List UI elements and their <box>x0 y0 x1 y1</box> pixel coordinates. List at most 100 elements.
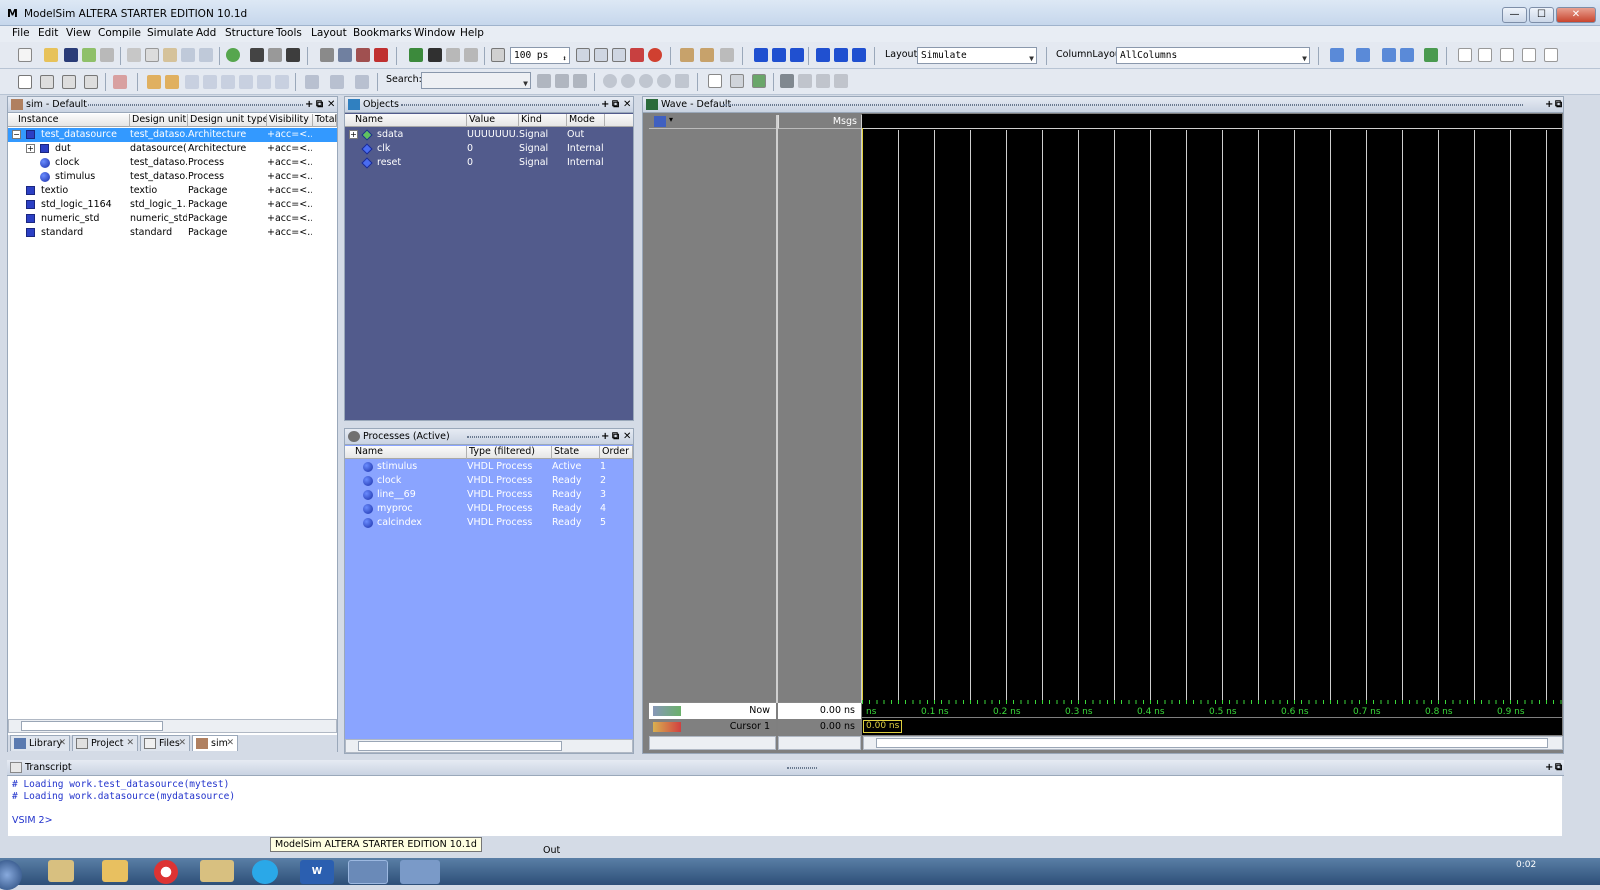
cursor-flag[interactable]: 0.00 ns <box>863 720 903 733</box>
wave-tool-icon[interactable] <box>1356 48 1370 62</box>
chevron-down-icon[interactable]: ▼ <box>523 76 528 91</box>
close-pane-icon[interactable]: ✕ <box>327 97 335 112</box>
compile-all-icon[interactable] <box>338 48 352 62</box>
continue-icon[interactable] <box>594 48 608 62</box>
simulate-icon[interactable] <box>356 48 370 62</box>
col-state[interactable]: State <box>552 446 600 459</box>
lock-cursor-icon[interactable] <box>752 74 766 88</box>
table-row[interactable]: stimulus VHDL Process Active 1 <box>345 460 633 474</box>
scroll-thumb[interactable] <box>876 738 1548 748</box>
horizontal-scrollbar[interactable] <box>345 739 633 753</box>
taskbar-clock[interactable]: 0:02 <box>1516 860 1536 870</box>
open-folder-icon[interactable] <box>44 48 58 62</box>
dock-icon[interactable]: + <box>1545 97 1553 112</box>
table-row[interactable]: textio textio Package +acc=<… <box>8 184 337 198</box>
find-icon[interactable] <box>250 48 264 62</box>
dataflow-icon[interactable] <box>113 75 127 89</box>
pane-grip[interactable] <box>88 104 303 106</box>
modelsim-m-icon[interactable] <box>286 48 300 62</box>
search-next-icon[interactable] <box>555 74 569 88</box>
menu-structure[interactable]: Structure <box>225 27 274 39</box>
col-instance[interactable]: Instance <box>8 114 130 127</box>
break-sim-icon[interactable] <box>648 48 662 62</box>
col-total[interactable]: Total c <box>313 114 337 127</box>
run-all-icon[interactable] <box>612 48 626 62</box>
restart-icon[interactable] <box>491 48 505 62</box>
zoom-range-icon[interactable] <box>675 74 689 88</box>
break-icon[interactable] <box>374 48 388 62</box>
menu-simulate[interactable]: Simulate <box>147 27 193 39</box>
expand-icon[interactable] <box>330 75 344 89</box>
memory-icon[interactable] <box>700 48 714 62</box>
zoom-cursor-icon[interactable] <box>657 74 671 88</box>
expand-icon[interactable] <box>305 75 319 89</box>
reload-icon[interactable] <box>82 48 96 62</box>
cursor-mode-icon[interactable] <box>1458 48 1472 62</box>
undo-icon[interactable] <box>181 48 195 62</box>
menu-window[interactable]: Window <box>414 27 455 39</box>
col-design-unit[interactable]: Design unit <box>130 114 188 127</box>
run-icon[interactable] <box>576 48 590 62</box>
wave-tool-icon[interactable] <box>1382 48 1396 62</box>
step-over-current-icon[interactable] <box>834 48 848 62</box>
collapse-icon[interactable]: − <box>12 130 21 139</box>
taskbar-window-icon[interactable] <box>400 860 440 884</box>
transcript-console[interactable]: # Loading work.test_datasource(mytest) #… <box>8 776 1562 836</box>
menu-view[interactable]: View <box>66 27 91 39</box>
pane-grip[interactable] <box>787 767 817 769</box>
col-name[interactable]: Name <box>345 446 467 459</box>
chevron-down-icon[interactable]: ▼ <box>1029 51 1034 66</box>
edge-icon[interactable] <box>275 75 289 89</box>
table-row[interactable]: calcindex VHDL Process Ready 5 <box>345 516 633 530</box>
wave-tool-icon[interactable] <box>1330 48 1344 62</box>
undock-icon[interactable]: ⧉ <box>1555 97 1562 112</box>
back-icon[interactable] <box>446 48 460 62</box>
menu-bookmarks[interactable]: Bookmarks <box>353 27 412 39</box>
paste-icon[interactable] <box>163 48 177 62</box>
taskbar-app-icon[interactable] <box>48 860 74 882</box>
table-row[interactable]: myproc VHDL Process Ready 4 <box>345 502 633 516</box>
scroll-thumb[interactable] <box>21 721 163 731</box>
print-icon[interactable] <box>100 48 114 62</box>
undock-icon[interactable]: ⧉ <box>612 97 619 112</box>
table-row[interactable]: standard standard Package +acc=<… <box>8 226 337 240</box>
wave-format-icon[interactable] <box>834 74 848 88</box>
tab-project[interactable]: Project ✕ <box>72 735 138 751</box>
dock-icon[interactable]: + <box>1545 760 1553 775</box>
undock-icon[interactable]: ⧉ <box>612 429 619 444</box>
menu-help[interactable]: Help <box>460 27 484 39</box>
wave-select-icon[interactable] <box>654 116 666 127</box>
col-design-unit-type[interactable]: Design unit type <box>188 114 267 127</box>
table-row[interactable]: clock VHDL Process Ready 2 <box>345 474 633 488</box>
menu-add[interactable]: Add <box>196 27 216 39</box>
maximize-button[interactable]: ☐ <box>1529 7 1554 23</box>
col-visibility[interactable]: Visibility <box>267 114 313 127</box>
table-row[interactable]: clk 0 Signal Internal <box>345 142 633 156</box>
tab-files[interactable]: Files ✕ <box>140 735 190 751</box>
new-file-icon[interactable] <box>18 48 32 62</box>
menu-file[interactable]: File <box>12 27 30 39</box>
table-row[interactable]: + sdata UUUUUUU… Signal Out <box>345 128 633 142</box>
edge-icon[interactable] <box>221 75 235 89</box>
wave-tool-icon[interactable] <box>1424 48 1438 62</box>
pane-grip[interactable] <box>723 104 1523 106</box>
edge-icon[interactable] <box>239 75 253 89</box>
now-tools-icon[interactable] <box>653 706 681 716</box>
hand-icon[interactable] <box>720 48 734 62</box>
select-pointer-icon[interactable] <box>18 75 32 89</box>
edge-icon[interactable] <box>203 75 217 89</box>
menu-edit[interactable]: Edit <box>38 27 58 39</box>
start-button[interactable] <box>0 860 22 890</box>
redo-icon[interactable] <box>199 48 213 62</box>
cursor-tools-icon[interactable] <box>653 722 681 732</box>
tab-sim[interactable]: sim ✕ <box>192 735 238 751</box>
compile-icon[interactable] <box>320 48 334 62</box>
edge-icon[interactable] <box>147 75 161 89</box>
wave-format-icon[interactable] <box>780 74 794 88</box>
minimize-button[interactable]: — <box>1502 7 1527 23</box>
search-icon[interactable] <box>537 74 551 88</box>
table-row[interactable]: std_logic_1164 std_logic_1… Package +acc… <box>8 198 337 212</box>
zoom-mode-icon[interactable] <box>1478 48 1492 62</box>
table-row[interactable]: stimulus test_dataso… Process +acc=<… <box>8 170 337 184</box>
close-tab-icon[interactable]: ✕ <box>126 736 134 751</box>
